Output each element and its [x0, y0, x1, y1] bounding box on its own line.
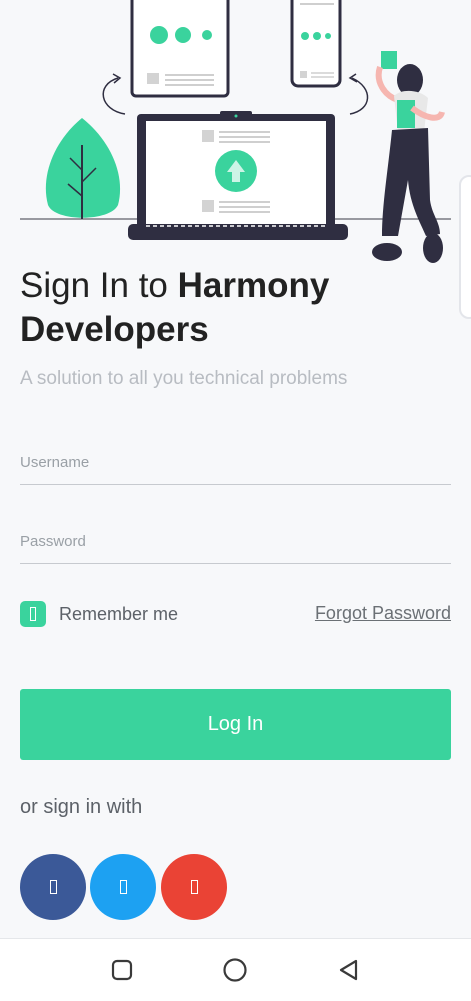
social-prompt: or sign in with: [20, 796, 143, 818]
home-circle-icon[interactable]: [220, 955, 250, 985]
back-triangle-icon[interactable]: [334, 955, 364, 985]
phone-icon: [290, 0, 342, 88]
system-navigation-bar: [0, 938, 471, 1001]
recents-square-icon[interactable]: [107, 955, 137, 985]
google-icon: [190, 880, 198, 894]
google-login-button[interactable]: [161, 854, 227, 920]
username-field[interactable]: [20, 444, 451, 485]
checkbox-glyph-icon: [30, 607, 36, 621]
tablet-icon: [130, 0, 230, 98]
laptop-icon: [128, 111, 348, 240]
username-input[interactable]: [20, 454, 451, 471]
title-brand-line2: Developers: [20, 310, 209, 349]
twitter-login-button[interactable]: [90, 854, 156, 920]
password-field[interactable]: [20, 523, 451, 564]
title-brand-line1: Harmony: [177, 266, 330, 305]
login-button-label: Log In: [207, 713, 264, 735]
password-input[interactable]: [20, 533, 451, 550]
remember-me-checkbox[interactable]: [20, 601, 46, 627]
login-button[interactable]: Log In: [20, 689, 451, 760]
title-prefix: Sign In to: [20, 266, 178, 305]
person-illustration: [372, 51, 445, 263]
facebook-icon: [49, 880, 57, 894]
side-edge-handle[interactable]: [459, 175, 471, 319]
page-title: Sign In to Harmony Developers: [20, 264, 450, 352]
forgot-password-link[interactable]: Forgot Password: [315, 603, 451, 624]
hero-illustration: [20, 0, 451, 263]
tree-icon: [45, 118, 121, 219]
remember-me-label: Remember me: [59, 603, 179, 624]
facebook-login-button[interactable]: [20, 854, 86, 920]
page-subtitle: A solution to all you technical problems: [20, 368, 348, 389]
twitter-icon: [119, 880, 127, 894]
remember-me-row[interactable]: Remember me: [20, 600, 178, 628]
